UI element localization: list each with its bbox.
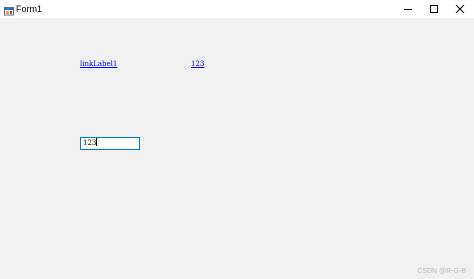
app-icon[interactable] bbox=[4, 3, 14, 16]
form-window: Form1 linkLabel1 123 123 CSDN @R-G-B bbox=[0, 0, 474, 279]
text-box-value: 123 bbox=[83, 139, 97, 147]
link-label-1[interactable]: linkLabel1 bbox=[80, 60, 117, 69]
text-caret bbox=[96, 138, 98, 146]
form-client-area: linkLabel1 123 123 CSDN @R-G-B bbox=[0, 18, 474, 279]
minimize-icon bbox=[403, 4, 413, 14]
text-box[interactable]: 123 bbox=[80, 137, 140, 150]
close-button[interactable] bbox=[446, 0, 474, 18]
window-title: Form1 bbox=[16, 4, 43, 14]
close-icon bbox=[455, 4, 465, 14]
maximize-button[interactable] bbox=[420, 0, 448, 18]
link-label-2[interactable]: 123 bbox=[191, 60, 204, 69]
maximize-icon bbox=[429, 4, 439, 14]
watermark: CSDN @R-G-B bbox=[417, 268, 466, 275]
title-bar[interactable]: Form1 bbox=[0, 0, 474, 18]
minimize-button[interactable] bbox=[394, 0, 422, 18]
